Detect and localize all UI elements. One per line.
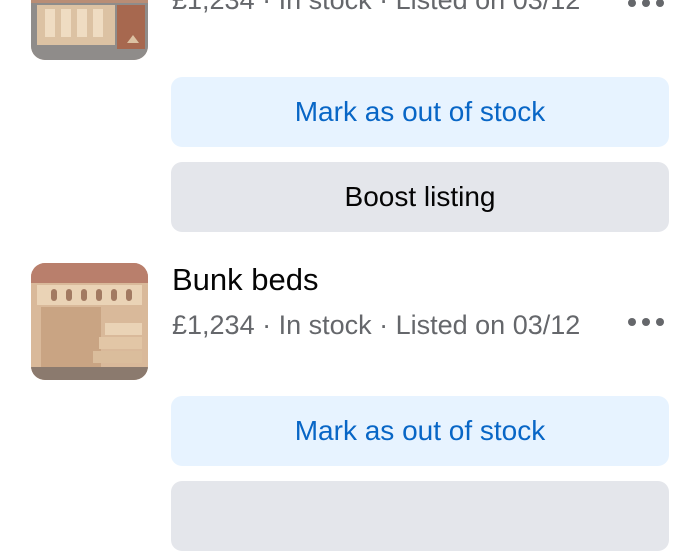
listing-meta: £1,234 · In stock · Listed on 03/12 (172, 310, 581, 340)
listing-thumbnail[interactable] (31, 0, 148, 60)
mark-out-of-stock-button[interactable]: Mark as out of stock (171, 396, 669, 466)
listing-thumbnail[interactable] (31, 263, 148, 380)
bunk-bed-photo-icon (31, 263, 148, 380)
boost-listing-button[interactable] (171, 481, 669, 551)
mark-out-of-stock-button[interactable]: Mark as out of stock (171, 77, 669, 147)
more-options-icon[interactable] (626, 316, 666, 328)
boost-listing-button[interactable]: Boost listing (171, 162, 669, 232)
more-options-icon[interactable] (626, 0, 666, 9)
listing-title[interactable]: Bunk beds (172, 262, 319, 298)
bunk-bed-photo-icon (31, 0, 148, 60)
listing-meta: £1,234 · In stock · Listed on 03/12 (172, 0, 581, 15)
